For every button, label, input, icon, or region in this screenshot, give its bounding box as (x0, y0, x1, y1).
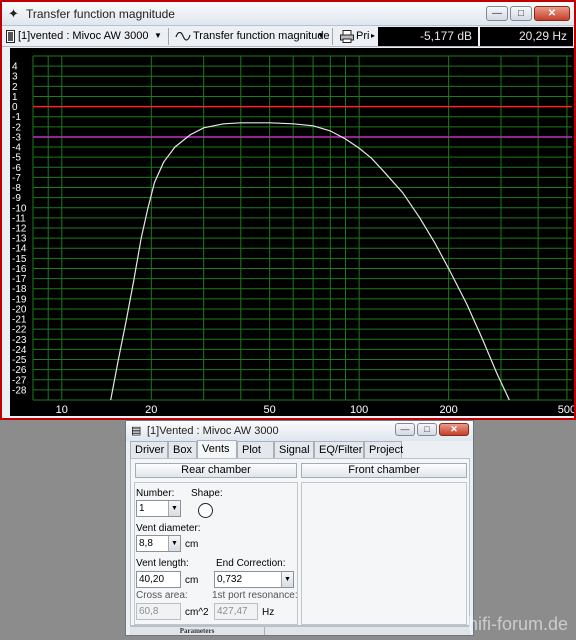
close-icon: ✕ (450, 424, 458, 434)
toolbar-separator (168, 28, 169, 45)
app-icon: ✦ (8, 6, 19, 21)
number-select[interactable]: 1 ▼ (136, 500, 181, 517)
cross-area-label: Cross area: (136, 590, 188, 601)
close-icon: ✕ (547, 8, 557, 19)
maximize-icon: □ (517, 8, 525, 19)
x-tick-label: 10 (56, 404, 68, 416)
vent-diameter-value: 8,8 (139, 538, 153, 549)
tab-project[interactable]: Project (364, 441, 403, 458)
toolbar: [1]vented : Mivoc AW 3000 ▼ Transfer fun… (2, 26, 574, 47)
view-dropdown-icon[interactable]: ▼ (317, 29, 325, 43)
vent-diameter-label: Vent diameter: (136, 523, 201, 534)
chart-canvas[interactable]: 43210-1-2-3-4-5-6-7-8-9-10-11-12-13-14-1… (10, 48, 574, 416)
status-bar: Parameters (130, 626, 470, 635)
number-label: Number: (136, 488, 175, 499)
rear-chamber-button[interactable]: Rear chamber (135, 463, 297, 478)
tab-box[interactable]: Box (168, 441, 197, 458)
x-tick-label: 20 (145, 404, 157, 416)
project-dropdown-icon[interactable]: ▼ (154, 29, 162, 43)
x-tick-label: 200 (439, 404, 457, 416)
vent-diameter-unit: cm (185, 539, 199, 550)
transfer-function-window: ✦ Transfer function magnitude — □ ✕ [1]v… (0, 0, 576, 420)
tab-plot[interactable]: Plot (237, 441, 274, 458)
end-correction-select[interactable]: 0,732 ▼ (214, 571, 294, 588)
front-chamber-button[interactable]: Front chamber (301, 463, 467, 478)
dialog-maximize-button[interactable]: □ (417, 423, 437, 436)
vented-box-dialog: ▤ [1]Vented : Mivoc AW 3000 — □ ✕ Driver… (125, 420, 474, 636)
front-chamber-group (301, 482, 467, 625)
status-pane-parameters: Parameters (130, 627, 265, 635)
vent-length-unit: cm (185, 575, 199, 586)
x-tick-label: 50 (263, 404, 275, 416)
watermark-text: hifi-forum.de (468, 614, 569, 634)
printer-icon[interactable] (340, 30, 354, 43)
x-tick-label: 500 (558, 404, 574, 416)
window-title: Transfer function magnitude (26, 7, 175, 21)
tab-signal[interactable]: Signal (274, 441, 314, 458)
cross-area-unit: cm^2 (185, 607, 209, 618)
dialog-title: [1]Vented : Mivoc AW 3000 (147, 425, 279, 437)
vent-diameter-select[interactable]: 8,8 ▼ (136, 535, 181, 552)
level-readout: -5,177 dB (378, 27, 478, 46)
x-tick-label: 100 (350, 404, 368, 416)
port-resonance-field: 427,47 (214, 603, 258, 620)
view-selector[interactable]: Transfer function magnitude (193, 28, 330, 45)
y-tick-label: -28 (12, 385, 27, 396)
title-bar[interactable]: ✦ Transfer function magnitude — □ ✕ (2, 2, 574, 26)
document-icon (6, 30, 15, 43)
frequency-readout: 20,29 Hz (480, 27, 573, 46)
dialog-icon: ▤ (131, 425, 142, 437)
shape-label: Shape: (191, 488, 223, 499)
chevron-down-icon[interactable]: ▼ (281, 572, 293, 587)
magnitude-chart[interactable]: 4 3 2 1 0 -1 -2 -3 -4 -5 -6 -7 -8 -9 -10 -11 -12 -13 -14 -1… (10, 48, 574, 416)
overflow-arrow-icon[interactable]: ▸ (371, 29, 375, 43)
cross-area-field: 60,8 (136, 603, 181, 620)
maximize-icon: □ (424, 424, 430, 434)
vents-panel: Rear chamber Front chamber Number: 1 ▼ S… (130, 458, 470, 626)
project-selector[interactable]: [1]vented : Mivoc AW 3000 (18, 28, 148, 45)
chevron-down-icon[interactable]: ▼ (168, 501, 180, 516)
tab-driver[interactable]: Driver (130, 441, 168, 458)
circle-icon[interactable] (198, 503, 213, 518)
port-resonance-unit: Hz (262, 607, 275, 618)
minimize-icon: — (492, 8, 502, 19)
wave-icon (175, 32, 191, 41)
maximize-button[interactable]: □ (510, 6, 532, 21)
minimize-button[interactable]: — (486, 6, 508, 21)
tab-vents[interactable]: Vents (197, 440, 237, 458)
dialog-close-button[interactable]: ✕ (439, 423, 469, 436)
vent-length-field[interactable]: 40,20 (136, 571, 181, 588)
dialog-minimize-button[interactable]: — (395, 423, 415, 436)
port-resonance-label: 1st port resonance: (212, 590, 298, 601)
tab-eq-filter[interactable]: EQ/Filter (314, 441, 364, 458)
dialog-title-bar[interactable]: ▤ [1]Vented : Mivoc AW 3000 — □ ✕ (126, 421, 473, 441)
series-line (110, 122, 510, 401)
chevron-down-icon[interactable]: ▼ (168, 536, 180, 551)
toolbar-separator (332, 28, 333, 45)
close-button[interactable]: ✕ (534, 6, 570, 21)
number-value: 1 (139, 503, 145, 514)
vent-length-label: Vent length: (136, 558, 189, 569)
end-correction-value: 0,732 (217, 574, 243, 585)
minimize-icon: — (400, 424, 410, 434)
end-correction-label: End Correction: (216, 558, 286, 569)
print-button[interactable]: Pri (356, 28, 369, 45)
